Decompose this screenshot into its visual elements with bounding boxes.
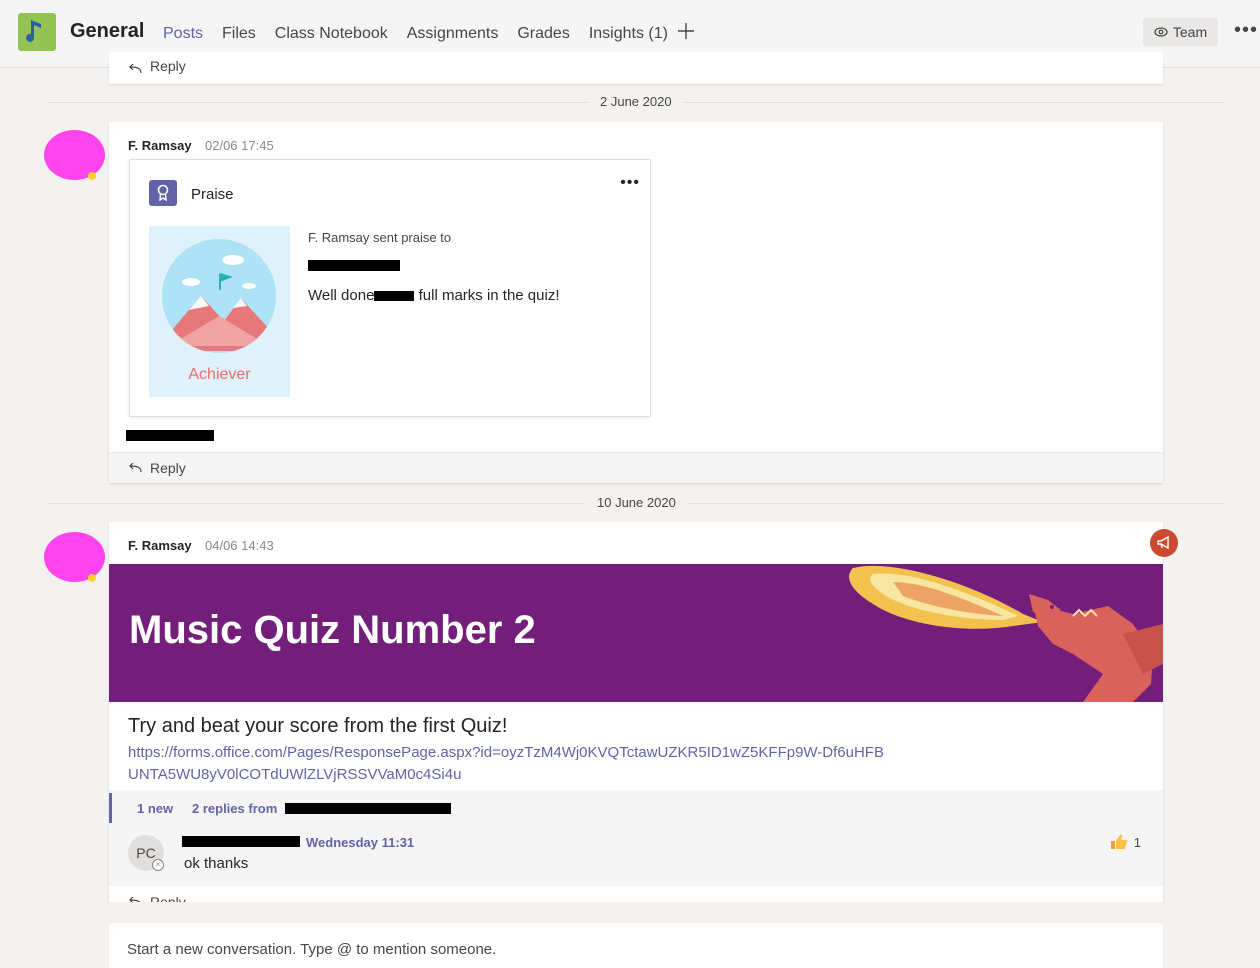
announcement-banner: Music Quiz Number 2 [109,564,1163,702]
announcement-megaphone-icon [1150,529,1178,557]
reply-timestamp: Wednesday 11:31 [306,835,415,850]
post-timestamp: 04/06 14:43 [205,538,274,553]
praise-message-end: full marks in the quiz! [414,287,560,304]
post-author[interactable]: F. Ramsay [128,538,192,553]
praise-post-card: F. Ramsay 02/06 17:45 Praise ••• Achieve… [109,122,1163,483]
expand-replies-link[interactable]: 2 replies from [192,801,277,816]
previous-post-card: Reply [109,52,1163,84]
status-offline-icon: × [152,859,164,871]
more-options-icon[interactable]: ••• [1234,20,1258,40]
redacted-recipient [308,260,400,271]
like-reaction[interactable]: 1 [1110,834,1141,850]
achiever-badge: Achiever [149,226,290,397]
date-label: 2 June 2020 [588,94,684,109]
eye-icon [1154,27,1168,37]
reply-arrow-icon [129,463,142,473]
reply-button[interactable]: Reply [109,452,1163,483]
praise-more-icon[interactable]: ••• [620,174,640,192]
status-away-icon [88,172,96,180]
badge-label: Achiever [188,366,251,383]
thumbs-up-icon [1110,834,1128,849]
team-music-icon[interactable] [18,13,56,51]
channel-title: General [70,20,145,42]
praise-message-start: Well done [308,287,375,304]
new-replies-indicator [109,793,112,823]
reply-label: Reply [150,460,186,476]
reply-arrow-icon [129,64,142,74]
like-count: 1 [1133,834,1141,850]
quiz-link[interactable]: https://forms.office.com/Pages/ResponseP… [128,742,888,786]
avatar[interactable] [44,130,105,180]
team-button-label: Team [1172,24,1208,40]
announcement-post-card: F. Ramsay 04/06 14:43 Music Quiz Number … [109,522,1163,904]
new-replies-count: 1 new [137,801,174,816]
date-label: 10 June 2020 [585,495,688,510]
redacted-mention [126,430,214,441]
banner-title: Music Quiz Number 2 [129,608,536,652]
add-tab-plus-icon[interactable] [676,21,696,41]
praise-card: Praise ••• Achiever F. Ramsay sent prais… [129,159,651,417]
redacted-reply-authors [285,803,451,814]
praise-sender-text: F. Ramsay sent praise to [308,230,452,245]
mountain-badge-icon [162,239,276,353]
new-conversation-input[interactable]: Start a new conversation. Type @ to ment… [109,923,1163,968]
reply-message: ok thanks [184,855,249,872]
avatar[interactable] [44,532,105,582]
redacted-name [374,291,415,302]
post-heading: Try and beat your score from the first Q… [128,715,508,737]
post-author[interactable]: F. Ramsay [128,138,192,153]
praise-message: Well done full marks in the quiz! [308,287,560,304]
status-away-icon [88,574,96,582]
reply-label: Reply [150,58,186,74]
team-button[interactable]: Team [1143,18,1218,46]
post-timestamp: 02/06 17:45 [205,138,274,153]
redacted-reply-author [182,836,300,847]
praise-badge-icon [149,180,177,206]
praise-title: Praise [191,186,234,203]
dragon-fire-illustration [849,565,1163,702]
previous-reply-button[interactable]: Reply [109,52,1163,74]
